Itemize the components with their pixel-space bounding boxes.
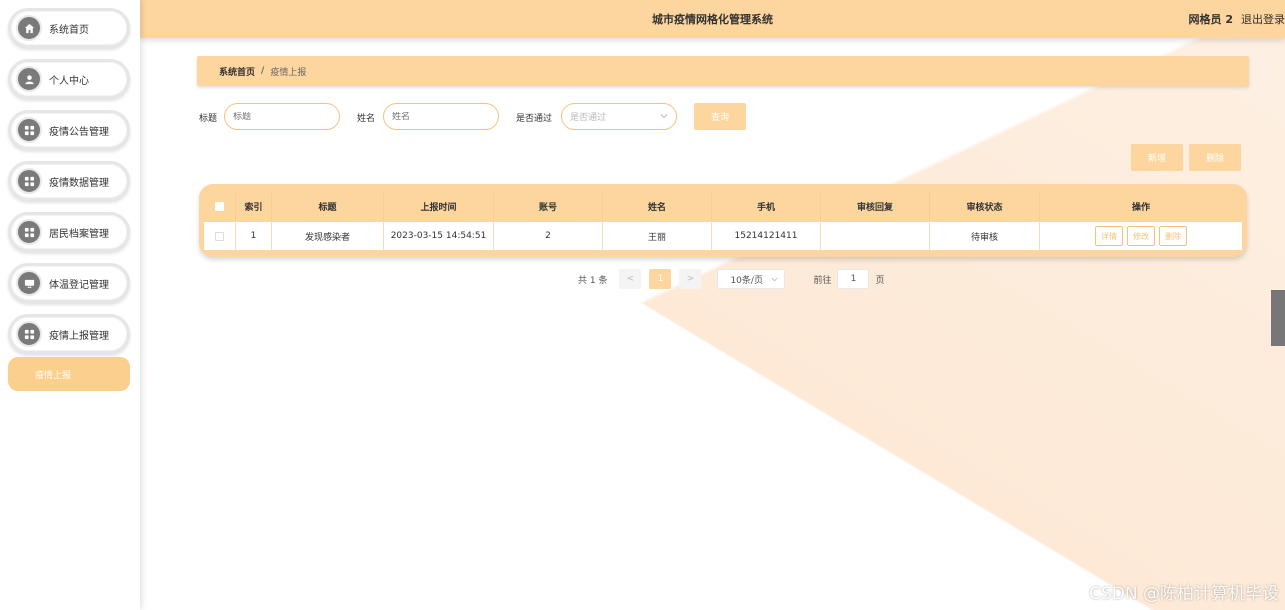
sidebar-item-label: 疫情公告管理: [49, 126, 109, 138]
sidebar-item-label: 疫情数据管理: [49, 177, 109, 189]
column-header: 账号: [494, 192, 603, 220]
breadcrumb: 系统首页 / 疫情上报: [197, 56, 1249, 86]
column-header: 标题: [272, 192, 384, 220]
sidebar: 系统首页 个人中心 疫情公告管理 疫情数据管理 居民档案管理 体温登记管理 疫情…: [0, 0, 140, 610]
title-label: 标题: [199, 114, 218, 124]
passed-label: 是否通过: [516, 114, 553, 124]
goto-suffix: 页: [875, 275, 885, 286]
breadcrumb-home[interactable]: 系统首页: [219, 65, 255, 78]
table-row: 1 发现感染者 2023-03-15 14:54:51 2 王丽 1521412…: [204, 222, 1242, 250]
grid-icon: [16, 321, 42, 347]
column-header: 操作: [1131, 202, 1150, 213]
top-header: 城市疫情网格化管理系统 网格员 2 退出登录: [140, 0, 1285, 38]
passed-select[interactable]: 是否通过: [561, 103, 677, 130]
cell-operations: 详情 修改 删除: [1040, 222, 1242, 250]
grid-icon: [16, 219, 42, 245]
sidebar-item-profile[interactable]: 个人中心: [8, 59, 130, 99]
cell-status: 待审核: [930, 222, 1040, 250]
detail-button[interactable]: 详情: [1095, 226, 1123, 246]
name-input-field[interactable]: [392, 111, 498, 122]
data-table: 索引 标题 上报时间 账号 姓名 手机 审核回复 审核状态 操作 1 发现感染者…: [199, 184, 1247, 257]
name-label: 姓名: [357, 114, 376, 124]
page-size-select[interactable]: 10条/页: [717, 269, 786, 289]
home-icon: [16, 15, 42, 41]
logout-link[interactable]: 退出登录: [1241, 11, 1285, 27]
cell-time: 2023-03-15 14:54:51: [384, 222, 494, 250]
cell-account: 2: [494, 222, 603, 250]
row-delete-button[interactable]: 删除: [1159, 226, 1187, 246]
pagination: 共 1 条 < 1 > 10条/页 前往 1 页: [578, 269, 884, 289]
background-white: [0, 0, 1285, 610]
select-all-checkbox[interactable]: [215, 201, 224, 211]
sidebar-item-label: 个人中心: [49, 75, 89, 87]
breadcrumb-separator: /: [261, 66, 265, 76]
row-select-cell: [204, 222, 236, 250]
sidebar-item-announcement[interactable]: 疫情公告管理: [8, 110, 130, 150]
prev-page-button[interactable]: <: [619, 269, 642, 289]
column-header: 审核回复: [821, 192, 930, 220]
pagination-total: 共 1 条: [578, 275, 608, 286]
column-header: 索引: [236, 192, 272, 220]
current-user: 网格员 2: [1188, 13, 1233, 26]
app-title: 城市疫情网格化管理系统: [652, 13, 773, 26]
select-all-cell: [204, 192, 236, 220]
grid-icon: [16, 168, 42, 194]
batch-delete-button[interactable]: 删除: [1189, 144, 1241, 171]
sidebar-item-label: 体温登记管理: [49, 279, 109, 291]
sidebar-item-label: 系统首页: [49, 24, 89, 36]
sidebar-item-label: 居民档案管理: [49, 228, 109, 240]
column-header: 姓名: [603, 192, 712, 220]
title-input-field[interactable]: [233, 111, 339, 122]
grid-icon: [16, 117, 42, 143]
goto-label: 前往: [813, 275, 832, 286]
edit-button[interactable]: 修改: [1127, 226, 1155, 246]
add-button[interactable]: 新增: [1131, 144, 1183, 171]
sidebar-item-data[interactable]: 疫情数据管理: [8, 161, 130, 201]
column-header: 上报时间: [384, 192, 494, 220]
header-right: 网格员 2 退出登录: [1189, 0, 1285, 38]
scrollbar-thumb[interactable]: [1271, 290, 1285, 346]
title-input[interactable]: [224, 103, 340, 130]
page-number-button[interactable]: 1: [649, 269, 672, 289]
cell-index: 1: [236, 222, 272, 250]
watermark: CSDN @陈柏计算机毕设: [1089, 584, 1279, 604]
next-page-button[interactable]: >: [679, 269, 702, 289]
chevron-down-icon: [772, 277, 778, 282]
sidebar-item-report[interactable]: 疫情上报管理: [8, 314, 130, 354]
cell-name: 王丽: [603, 222, 712, 250]
page-size-value: 10条/页: [730, 275, 763, 286]
goto-page-input[interactable]: 1: [837, 269, 870, 289]
sidebar-item-residents[interactable]: 居民档案管理: [8, 212, 130, 252]
user-icon: [16, 66, 42, 92]
row-checkbox[interactable]: [215, 231, 224, 241]
breadcrumb-current: 疫情上报: [270, 67, 307, 78]
monitor-icon: [16, 270, 42, 296]
sidebar-item-temperature[interactable]: 体温登记管理: [8, 263, 130, 303]
column-header: 审核状态: [930, 192, 1040, 220]
name-input[interactable]: [383, 103, 499, 130]
passed-select-placeholder: 是否通过: [570, 113, 607, 123]
sidebar-item-home[interactable]: 系统首页: [8, 8, 130, 48]
cell-phone: 15214121411: [712, 222, 821, 250]
query-button[interactable]: 查询: [694, 103, 746, 130]
cell-reply: [821, 222, 930, 250]
sidebar-item-label: 疫情上报管理: [49, 330, 109, 342]
chevron-down-icon: [660, 114, 668, 119]
column-header: 手机: [712, 192, 821, 220]
table-header: 索引 标题 上报时间 账号 姓名 手机 审核回复 审核状态 操作: [204, 192, 1242, 220]
cell-title: 发现感染者: [272, 222, 384, 250]
submenu-item-report[interactable]: 疫情上报: [8, 357, 130, 391]
